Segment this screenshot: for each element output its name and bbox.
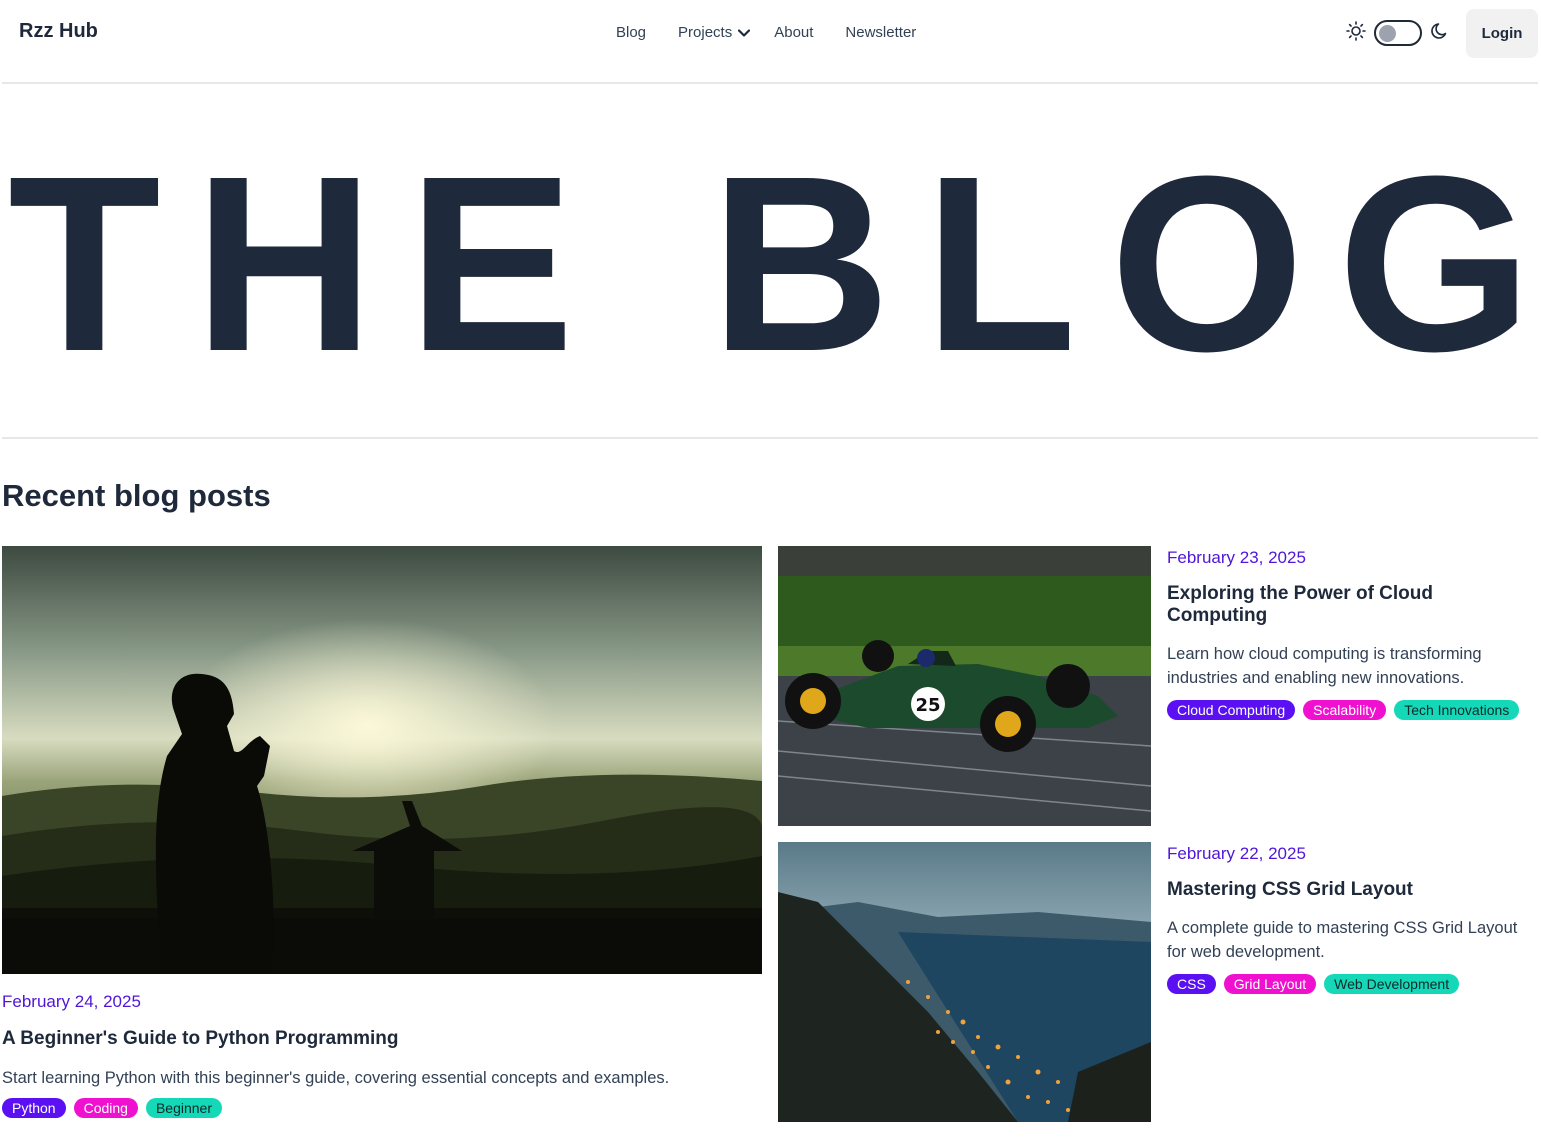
svg-text:25: 25 — [915, 695, 940, 716]
nav-blog-link[interactable]: Blog — [616, 24, 646, 41]
post-image-coastal-city[interactable] — [778, 842, 1151, 1122]
post-image-race-car[interactable]: 25 — [778, 546, 1151, 826]
hero-divider — [2, 437, 1538, 439]
post-card-1: February 24, 2025 A Beginner's Guide to … — [2, 992, 762, 1126]
nav-about-link[interactable]: About — [774, 24, 813, 41]
post-date: February 23, 2025 — [1167, 548, 1306, 567]
post-date: February 22, 2025 — [1167, 844, 1306, 863]
post-description: A complete guide to mastering CSS Grid L… — [1167, 919, 1518, 961]
post-title[interactable]: A Beginner's Guide to Python Programming — [2, 1028, 762, 1050]
nav-projects-label: Projects — [678, 24, 733, 41]
post-tags: Python Coding Beginner — [2, 1098, 762, 1126]
top-navbar: Rzz Hub Blog Projects About Newsletter L… — [0, 0, 1541, 82]
moon-icon — [1430, 21, 1450, 46]
post-tags: CSS Grid Layout Web Development — [1167, 974, 1537, 1002]
toggle-knob — [1379, 24, 1396, 42]
tag-badge[interactable]: Beginner — [145, 1098, 223, 1118]
post-description: Learn how cloud computing is transformin… — [1167, 645, 1482, 687]
post-tags: Cloud Computing Scalability Tech Innovat… — [1167, 700, 1537, 728]
hero-title: THE BLOG — [8, 124, 1532, 403]
theme-switcher — [1346, 20, 1450, 46]
nav-projects-dropdown[interactable]: Projects — [678, 24, 751, 41]
tag-badge[interactable]: Cloud Computing — [1167, 700, 1296, 720]
tag-badge[interactable]: Scalability — [1303, 700, 1387, 720]
tag-badge[interactable]: Coding — [73, 1098, 138, 1118]
main-nav: Blog Projects About Newsletter — [616, 24, 916, 41]
tag-badge[interactable]: Python — [2, 1098, 66, 1118]
tag-badge[interactable]: Grid Layout — [1223, 974, 1317, 994]
section-title: Recent blog posts — [2, 478, 271, 513]
post-title[interactable]: Exploring the Power of Cloud Computing — [1167, 583, 1537, 627]
brand-logo[interactable]: Rzz Hub — [19, 20, 98, 43]
post-card-3: February 22, 2025 Mastering CSS Grid Lay… — [1167, 844, 1537, 1002]
sun-icon — [1346, 20, 1366, 46]
post-image-monk-sunset[interactable] — [2, 546, 762, 974]
tag-badge[interactable]: Web Development — [1324, 974, 1460, 994]
chevron-down-icon — [738, 24, 751, 41]
theme-toggle[interactable] — [1374, 20, 1422, 46]
post-card-2: February 23, 2025 Exploring the Power of… — [1167, 548, 1537, 728]
tag-badge[interactable]: Tech Innovations — [1394, 700, 1520, 720]
tag-badge[interactable]: CSS — [1167, 974, 1216, 994]
header-divider — [2, 82, 1538, 84]
post-description: Start learning Python with this beginner… — [2, 1069, 670, 1087]
post-title[interactable]: Mastering CSS Grid Layout — [1167, 879, 1537, 901]
nav-newsletter-link[interactable]: Newsletter — [845, 24, 916, 41]
post-date: February 24, 2025 — [2, 992, 141, 1011]
login-button[interactable]: Login — [1466, 9, 1538, 58]
hero-banner: THE BLOG — [0, 120, 1541, 410]
